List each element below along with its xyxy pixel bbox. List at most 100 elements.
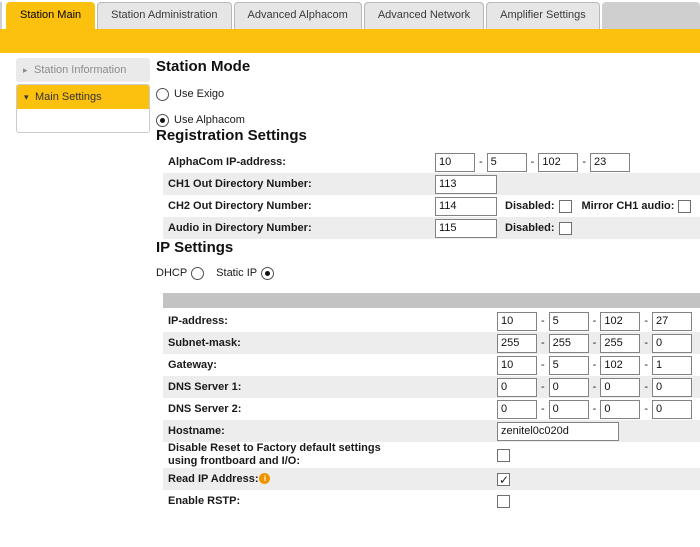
octet-input[interactable] [549,356,589,375]
checkbox-label: Disabled: [505,222,555,234]
dash-separator: - [541,337,545,349]
text-input-audio-in-directory-number[interactable] [435,219,497,238]
text-input-hostname[interactable] [497,422,619,441]
radio-use-alphacom[interactable] [156,114,169,127]
text-input-ch1-out-directory-number[interactable] [435,175,497,194]
field-label: AlphaCom IP-address: [168,156,435,169]
window-edge [0,2,2,29]
ip-table-header-bar [163,293,700,308]
field-value: --- [497,334,692,353]
octet-input[interactable] [435,153,475,172]
sidebar-item-label: Main Settings [35,91,102,103]
dash-separator: - [582,156,586,168]
octet-input[interactable] [652,334,692,353]
section-title-registration-settings: Registration Settings [156,127,700,145]
chevron-down-icon: ▾ [24,85,35,109]
row-subnet-mask: Subnet-mask:--- [163,332,700,354]
row-ch1-out-directory-number: CH1 Out Directory Number: [163,173,700,195]
octet-input[interactable] [487,153,527,172]
checkbox-disabled[interactable] [559,200,572,213]
octet-input[interactable] [600,312,640,331]
octet-input[interactable] [549,334,589,353]
row-hostname: Hostname: [163,420,700,442]
sidebar-item-label: Station Information [34,64,126,76]
accent-bar [0,29,700,53]
tab-station-main[interactable]: Station Main [6,2,95,29]
checkbox-mirror-ch1-audio[interactable] [678,200,691,213]
field-label: Subnet-mask: [168,337,497,350]
sidebar-item-station-information[interactable]: ▸Station Information [16,58,150,82]
octet-input[interactable] [549,378,589,397]
radio-static-ip[interactable] [261,267,274,280]
radio-label: Use Alphacom [174,114,245,126]
field-value [497,449,510,462]
sidebar-item-main-settings[interactable]: ▾Main Settings [17,85,149,109]
field-label: Disable Reset to Factory default setting… [168,442,497,468]
registration-table: AlphaCom IP-address: - - - CH1 Out Directory… [163,151,700,239]
radio-use-exigo[interactable] [156,88,169,101]
row-alphacom-ip-address: AlphaCom IP-address: - - - [163,151,700,173]
radio-dhcp[interactable] [191,267,204,280]
dash-separator: - [541,403,545,415]
row-read-ip-address: Read IP Address:i [163,468,700,490]
section-title-ip-settings: IP Settings [156,239,700,257]
dash-separator: - [541,315,545,327]
row-ch2-out-directory-number: CH2 Out Directory Number:Disabled:Mirror… [163,195,700,217]
tab-advanced-network[interactable]: Advanced Network [364,2,484,29]
octet-input[interactable] [497,378,537,397]
field-label: Read IP Address:i [168,473,497,486]
tab-filler [602,2,700,29]
checkbox-label: Disabled: [505,200,555,212]
field-value [497,422,619,441]
page-body: ▸Station Information ▾Main Settings Stat… [0,53,700,512]
field-value: Disabled: [435,219,572,238]
dash-separator: - [479,156,483,168]
dash-separator: - [531,156,535,168]
row-dns-server-2: DNS Server 2:--- [163,398,700,420]
octet-input[interactable] [600,356,640,375]
sidebar-empty-area [17,109,149,132]
field-value: --- [497,378,692,397]
octet-input[interactable] [497,356,537,375]
radio-label: Use Exigo [174,88,224,100]
radio-label: Static IP [216,267,257,279]
octet-input[interactable] [652,356,692,375]
octet-input[interactable] [600,400,640,419]
dash-separator: - [593,359,597,371]
field-label: CH1 Out Directory Number: [168,178,435,191]
chevron-right-icon: ▸ [23,58,34,82]
octet-input[interactable] [600,378,640,397]
dash-separator: - [593,315,597,327]
sidebar-panel: ▾Main Settings [16,84,150,133]
octet-input[interactable] [497,312,537,331]
octet-input[interactable] [652,378,692,397]
tab-bar: Station MainStation AdministrationAdvanc… [0,0,700,29]
tab-station-administration[interactable]: Station Administration [97,2,231,29]
field-label: Audio in Directory Number: [168,222,435,235]
octet-input[interactable] [652,400,692,419]
octet-input[interactable] [538,153,578,172]
octet-input[interactable] [549,312,589,331]
octet-input[interactable] [600,334,640,353]
tab-advanced-alphacom[interactable]: Advanced Alphacom [234,2,362,29]
row-gateway: Gateway:--- [163,354,700,376]
checkbox-read-ip-address[interactable] [497,473,510,486]
radio-label: DHCP [156,267,187,279]
text-input-ch2-out-directory-number[interactable] [435,197,497,216]
octet-input[interactable] [652,312,692,331]
row-ip-address: IP-address:--- [163,310,700,332]
checkbox-enable-rstp[interactable] [497,495,510,508]
checkbox-disabled[interactable] [559,222,572,235]
tab-amplifier-settings[interactable]: Amplifier Settings [486,2,600,29]
octet-input[interactable] [549,400,589,419]
field-value [497,473,510,486]
dash-separator: - [644,403,648,415]
row-enable-rstp: Enable RSTP: [163,490,700,512]
row-dns-server-1: DNS Server 1:--- [163,376,700,398]
field-label: DNS Server 1: [168,381,497,394]
octet-input[interactable] [497,400,537,419]
octet-input[interactable] [590,153,630,172]
checkbox-disable-reset-to-factory-default-settings[interactable] [497,449,510,462]
octet-input[interactable] [497,334,537,353]
radio-option-use-exigo: Use Exigo [156,87,700,101]
